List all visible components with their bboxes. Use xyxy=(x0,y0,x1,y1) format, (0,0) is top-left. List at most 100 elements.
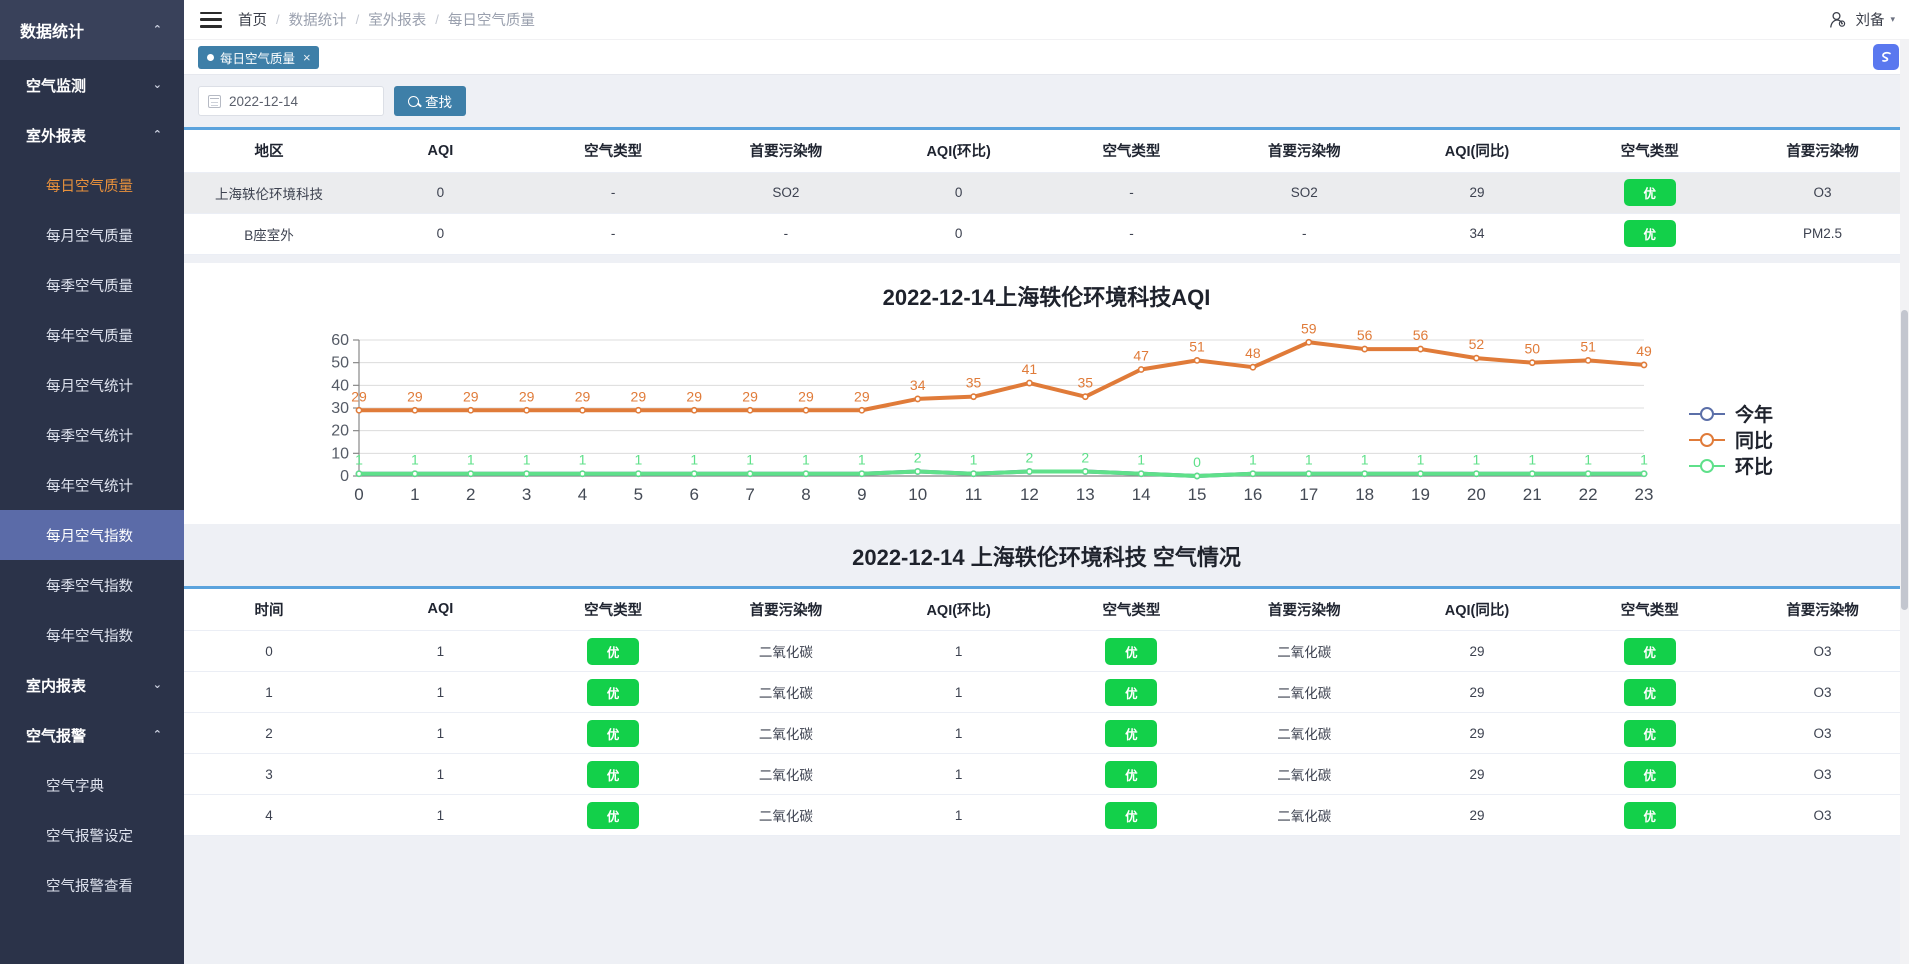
table-cell: 1 xyxy=(872,753,1046,795)
sidebar-item-5[interactable]: 每年空气质量 xyxy=(0,310,184,360)
data-label: 1 xyxy=(411,451,419,467)
legend-label[interactable]: 今年 xyxy=(1734,403,1773,426)
series-point xyxy=(467,469,475,477)
detail-title: 2022-12-14 上海轶伦环境科技 空气情况 xyxy=(852,544,1241,570)
legend-label[interactable]: 同比 xyxy=(1735,430,1773,452)
series-point xyxy=(1528,469,1536,477)
sidebar-item-13[interactable]: 空气报警 xyxy=(0,710,184,760)
x-axis-tick: 21 xyxy=(1523,485,1542,504)
table-row[interactable]: B座室外 0- -0- -34 优 PM2.5 xyxy=(184,213,1909,255)
data-label: 1 xyxy=(858,451,866,467)
column-header-9: 首要污染物 xyxy=(1736,588,1909,631)
table-cell: 1 xyxy=(872,630,1046,672)
series-point xyxy=(1305,338,1313,346)
app-root: 数据统计 空气监测室外报表每日空气质量每月空气质量每季空气质量每年空气质量每月空… xyxy=(0,0,1909,964)
summary-table-card: 地区 AQI 空气类型 首要污染物 AQI(环比) 空气类型 首要污染物 AQI(同比) 空气类… xyxy=(184,127,1909,255)
data-label: 1 xyxy=(1417,451,1425,467)
breadcrumb-item-1[interactable]: 数据统计 xyxy=(289,9,347,30)
table-cell: 0 xyxy=(354,213,527,255)
sidebar-item-16[interactable]: 空气报警查看 xyxy=(0,860,184,910)
table-row[interactable]: 3 1 优二氧化碳 1 优二氧化碳 29 优 O3 xyxy=(184,753,1909,795)
sidebar-section-header[interactable]: 数据统计 xyxy=(0,0,184,60)
vertical-scrollbar[interactable] xyxy=(1900,40,1909,964)
table-row[interactable]: 4 1 优二氧化碳 1 优二氧化碳 29 优 O3 xyxy=(184,794,1909,836)
scrollbar-thumb[interactable] xyxy=(1901,310,1908,610)
shortcut-icon[interactable] xyxy=(1873,44,1899,70)
sidebar-item-7[interactable]: 每季空气统计 xyxy=(0,410,184,460)
table-cell: B座室外 xyxy=(184,213,354,255)
table-cell: 二氧化碳 xyxy=(1217,630,1391,672)
series-point xyxy=(1417,345,1424,352)
data-label: 29 xyxy=(686,388,702,404)
data-label: 1 xyxy=(1584,451,1592,467)
hamburger-icon[interactable] xyxy=(200,11,222,28)
breadcrumb-separator: / xyxy=(276,12,280,27)
breadcrumb-item-2[interactable]: 室外报表 xyxy=(368,9,426,30)
search-button[interactable]: 查找 xyxy=(394,86,466,116)
table-row[interactable]: 上海轶伦环境科技 0- SO2 0- SO2 29 优 O3 xyxy=(184,172,1909,214)
column-header-8: 空气类型 xyxy=(1563,130,1737,173)
data-label: 1 xyxy=(355,451,363,467)
series-point xyxy=(1137,469,1145,477)
table-cell: 优 xyxy=(1045,794,1218,836)
sidebar-item-label: 空气报警 xyxy=(26,727,87,745)
sidebar-item-2[interactable]: 每日空气质量 xyxy=(0,160,184,210)
user-menu[interactable]: 刘备 ▾ xyxy=(1829,9,1895,30)
column-header-9: 首要污染物 xyxy=(1736,130,1909,173)
status-badge: 优 xyxy=(1623,637,1676,665)
sidebar-item-8[interactable]: 每年空气统计 xyxy=(0,460,184,510)
x-axis-tick: 17 xyxy=(1299,485,1318,504)
sidebar-item-15[interactable]: 空气报警设定 xyxy=(0,810,184,860)
sidebar-item-12[interactable]: 室内报表 xyxy=(0,660,184,710)
breadcrumb-item-0[interactable]: 首页 xyxy=(238,9,267,30)
chevron-down-icon xyxy=(153,80,162,91)
column-header-7: AQI(同比) xyxy=(1390,130,1564,173)
data-label: 29 xyxy=(351,388,367,404)
date-input[interactable]: 2022-12-14 xyxy=(198,86,384,116)
tab-bar: 每日空气质量 × xyxy=(184,40,1909,75)
series-point xyxy=(858,469,866,477)
table-row[interactable]: 0 1 优二氧化碳 1 优二氧化碳 29 优 O3 xyxy=(184,630,1909,672)
table-cell: 4 xyxy=(184,794,354,836)
series-point xyxy=(746,406,754,414)
x-axis-tick: 1 xyxy=(410,485,419,504)
table-cell: 优 xyxy=(1563,671,1737,713)
data-label: 1 xyxy=(1361,451,1369,467)
column-header-0: 时间 xyxy=(184,588,354,631)
tab-daily-air-quality[interactable]: 每日空气质量 × xyxy=(198,45,319,69)
sidebar-item-10[interactable]: 每季空气指数 xyxy=(0,560,184,610)
sidebar-item-9[interactable]: 每月空气指数 xyxy=(0,510,184,560)
legend-label[interactable]: 环比 xyxy=(1735,456,1773,478)
table-cell: 二氧化碳 xyxy=(1217,794,1391,836)
table-cell: 上海轶伦环境科技 xyxy=(184,172,354,214)
sidebar-item-11[interactable]: 每年空气指数 xyxy=(0,610,184,660)
series-point xyxy=(467,406,475,414)
table-cell: 优 xyxy=(1563,172,1737,214)
data-label: 0 xyxy=(1193,454,1201,470)
x-axis-tick: 8 xyxy=(801,485,810,504)
data-label: 29 xyxy=(798,388,814,404)
data-label: 1 xyxy=(579,451,587,467)
sidebar-item-0[interactable]: 空气监测 xyxy=(0,60,184,110)
sidebar-item-14[interactable]: 空气字典 xyxy=(0,760,184,810)
series-point xyxy=(970,469,977,477)
sidebar-item-1[interactable]: 室外报表 xyxy=(0,110,184,160)
column-header-3: 首要污染物 xyxy=(699,588,873,631)
x-axis-tick: 7 xyxy=(745,485,754,504)
table-row[interactable]: 2 1 优二氧化碳 1 优二氧化碳 29 优 O3 xyxy=(184,712,1909,754)
table-cell: - xyxy=(1045,172,1218,214)
tab-status-dot-icon xyxy=(207,53,214,61)
sidebar-item-4[interactable]: 每季空气质量 xyxy=(0,260,184,310)
table-row[interactable]: 1 1 优二氧化碳 1 优二氧化碳 29 优 O3 xyxy=(184,671,1909,713)
data-label: 56 xyxy=(1357,327,1373,343)
breadcrumb-item-3[interactable]: 每日空气质量 xyxy=(448,9,535,30)
tab-close-icon[interactable]: × xyxy=(303,50,311,65)
sidebar-item-3[interactable]: 每月空气质量 xyxy=(0,210,184,260)
sidebar-item-6[interactable]: 每月空气统计 xyxy=(0,360,184,410)
table-cell: 优 xyxy=(1563,630,1737,672)
summary-table-header-row: 地区 AQI 空气类型 首要污染物 AQI(环比) 空气类型 首要污染物 AQI(同比) 空气类… xyxy=(184,130,1909,173)
series-point xyxy=(523,406,531,414)
table-cell: 1 xyxy=(354,671,527,713)
table-cell: 优 xyxy=(526,671,700,713)
table-cell: 0 xyxy=(872,213,1046,255)
